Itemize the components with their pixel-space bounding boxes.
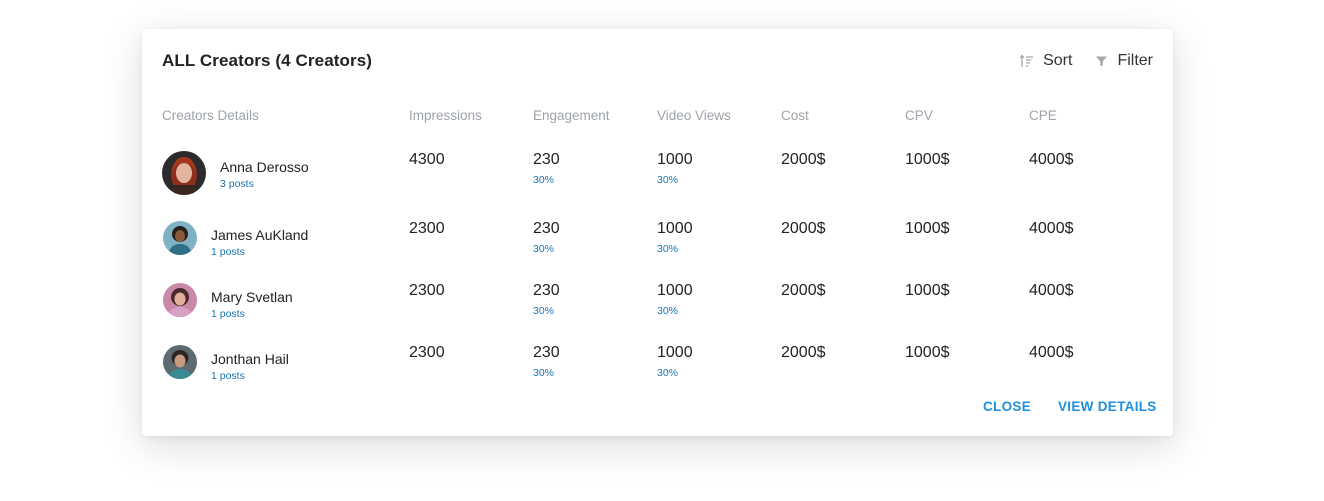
video-views-percent: 30% [657, 243, 679, 255]
video-views-value: 1000 [657, 151, 693, 168]
creators-modal: ALL Creators (4 Creators) Sort Filter Cr… [142, 29, 1173, 436]
toolbar: Sort Filter [1019, 52, 1153, 70]
creator-posts-link[interactable]: 1 posts [211, 246, 245, 258]
cost-value: 2000$ [781, 282, 826, 299]
video-views-value: 1000 [657, 220, 693, 237]
modal-title: ALL Creators (4 Creators) [162, 51, 373, 70]
video-views-percent: 30% [657, 367, 679, 379]
column-header-cpe: CPE [1029, 108, 1057, 123]
avatar [163, 221, 197, 255]
cpv-value: 1000$ [905, 151, 950, 168]
cpv-value: 1000$ [905, 220, 950, 237]
view-details-button[interactable]: VIEW DETAILS [1058, 399, 1157, 414]
cpe-value: 4000$ [1029, 282, 1074, 299]
cpe-value: 4000$ [1029, 151, 1074, 168]
creator-name: Jonthan Hail [211, 351, 289, 367]
filter-label: Filter [1117, 52, 1153, 69]
column-header-engagement: Engagement [533, 108, 610, 123]
engagement-value: 230 [533, 151, 560, 168]
impressions-value: 4300 [409, 151, 445, 168]
engagement-value: 230 [533, 282, 560, 299]
column-header-cost: Cost [781, 108, 809, 123]
creator-name: James AuKland [211, 227, 309, 243]
table-row[interactable]: Anna Derosso 3 posts 4300 230 30% 1000 3… [142, 151, 1173, 211]
table-row[interactable]: Jonthan Hail 1 posts 2300 230 30% 1000 3… [142, 344, 1173, 404]
sort-icon [1019, 54, 1034, 67]
table-row[interactable]: Mary Svetlan 1 posts 2300 230 30% 1000 3… [142, 282, 1173, 342]
creator-posts-link[interactable]: 1 posts [211, 370, 245, 382]
filter-icon [1096, 56, 1108, 66]
column-header-impressions: Impressions [409, 108, 482, 123]
cpv-value: 1000$ [905, 344, 950, 361]
video-views-percent: 30% [657, 305, 679, 317]
engagement-value: 230 [533, 220, 560, 237]
avatar [163, 283, 197, 317]
video-views-value: 1000 [657, 344, 693, 361]
column-header-video-views: Video Views [657, 108, 731, 123]
avatar [163, 345, 197, 379]
column-header-creators-details: Creators Details [162, 108, 259, 123]
impressions-value: 2300 [409, 220, 445, 237]
creator-posts-link[interactable]: 3 posts [220, 178, 254, 190]
column-header-cpv: CPV [905, 108, 933, 123]
sort-button[interactable]: Sort [1019, 52, 1072, 70]
creator-name: Anna Derosso [220, 159, 309, 175]
avatar [162, 151, 206, 195]
table-row[interactable]: James AuKland 1 posts 2300 230 30% 1000 … [142, 220, 1173, 280]
creator-name: Mary Svetlan [211, 289, 293, 305]
cost-value: 2000$ [781, 220, 826, 237]
cpv-value: 1000$ [905, 282, 950, 299]
filter-button[interactable]: Filter [1095, 52, 1153, 70]
impressions-value: 2300 [409, 282, 445, 299]
engagement-value: 230 [533, 344, 560, 361]
cpe-value: 4000$ [1029, 344, 1074, 361]
engagement-percent: 30% [533, 367, 555, 379]
creator-posts-link[interactable]: 1 posts [211, 308, 245, 320]
engagement-percent: 30% [533, 243, 555, 255]
cpe-value: 4000$ [1029, 220, 1074, 237]
engagement-percent: 30% [533, 305, 555, 317]
video-views-value: 1000 [657, 282, 693, 299]
engagement-percent: 30% [533, 174, 555, 186]
close-button[interactable]: CLOSE [983, 399, 1031, 414]
cost-value: 2000$ [781, 344, 826, 361]
video-views-percent: 30% [657, 174, 679, 186]
sort-label: Sort [1043, 52, 1073, 69]
impressions-value: 2300 [409, 344, 445, 361]
cost-value: 2000$ [781, 151, 826, 168]
